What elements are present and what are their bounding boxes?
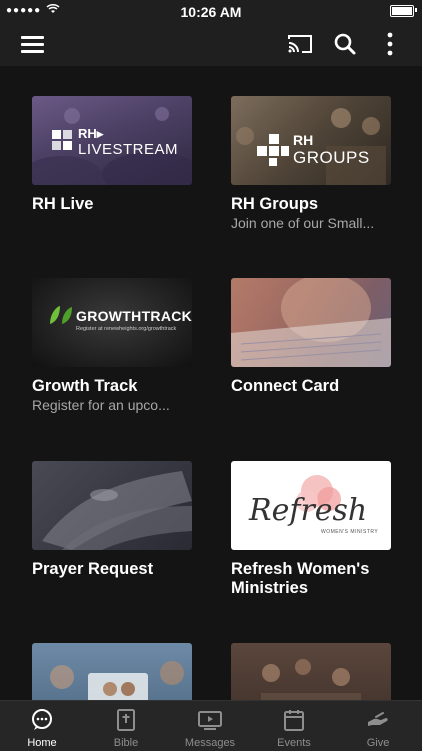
card-growth-track[interactable]: GROWTHTRACK Register at renewheights.org… [32, 278, 194, 414]
card-thumbnail [231, 643, 391, 700]
rh-logo-icon [52, 130, 72, 150]
card-subtitle: Join one of our Small... [231, 215, 375, 231]
praying-hands-image [42, 471, 192, 550]
thumb-logo-refresh: Refresh [249, 493, 368, 528]
chat-bubble-icon [30, 708, 54, 732]
tab-messages[interactable]: Messages [168, 701, 252, 751]
card-title: Growth Track [32, 377, 138, 395]
tab-label: Events [277, 737, 311, 749]
tab-label: Bible [113, 737, 139, 749]
card-thumbnail: RH▸ LIVESTREAM [32, 96, 192, 185]
card-rh-live[interactable]: RH▸ LIVESTREAM RH Live [32, 96, 194, 214]
thumb-logo-subtitle: WOMEN'S MINISTRY [321, 529, 379, 535]
card-thumbnail: GROWTHTRACK Register at renewheights.org… [32, 278, 192, 367]
battery-icon [390, 5, 414, 17]
thumb-logo-rh: RH▸ [78, 126, 104, 141]
card-title: Refresh Women's Ministries [231, 560, 370, 597]
card-thumbnail: RH GROUPS [231, 96, 391, 185]
tab-label: Messages [184, 737, 236, 749]
video-icon [198, 708, 222, 732]
more-options-icon[interactable] [376, 30, 404, 58]
card-refresh-womens-ministries[interactable]: Refresh WOMEN'S MINISTRY Refresh Women's… [231, 461, 393, 598]
person-card-image [231, 278, 391, 367]
cast-icon[interactable] [286, 30, 314, 58]
app-toolbar [0, 22, 422, 66]
calendar-icon [282, 708, 306, 732]
tab-home[interactable]: Home [0, 701, 84, 751]
tab-bible[interactable]: Bible [84, 701, 168, 751]
tab-label: Give [366, 737, 390, 749]
hamburger-menu-icon[interactable] [19, 30, 47, 58]
card-connect-card[interactable]: Connect Card [231, 278, 393, 396]
thumb-logo-livestream: LIVESTREAM [78, 141, 179, 158]
card-title: Connect Card [231, 377, 340, 395]
card-title: RH Live [32, 195, 94, 213]
thumb-logo-rh: RH [293, 132, 314, 148]
thumb-register-url: Register at renewheights.org/growthtrack [76, 326, 177, 332]
card-thumbnail: Refresh WOMEN'S MINISTRY [231, 461, 391, 550]
tab-label: Home [27, 737, 57, 749]
card-title: RH Groups [231, 195, 319, 213]
leaf-icon [50, 306, 72, 324]
thumb-logo-growthtrack: GROWTHTRACK [76, 308, 192, 324]
tab-events[interactable]: Events [252, 701, 336, 751]
rh-logo-icon [257, 134, 289, 166]
content-grid: RH▸ LIVESTREAM RH Live RH GROUPS RH Grou… [0, 66, 422, 700]
card-partial-left[interactable] [32, 643, 194, 700]
thumb-logo-groups: GROUPS [293, 148, 370, 167]
give-hand-icon [366, 708, 390, 732]
battery-tip [415, 8, 417, 12]
card-subtitle: Register for an upco... [32, 397, 170, 413]
card-rh-groups[interactable]: RH GROUPS RH Groups Join one of our Smal… [231, 96, 393, 232]
status-bar: ●●●●● 10:26 AM [0, 0, 422, 22]
card-thumbnail [32, 461, 192, 550]
card-thumbnail [231, 278, 391, 367]
search-icon[interactable] [331, 30, 359, 58]
group-table-image [261, 659, 361, 700]
selfie-image [50, 661, 184, 700]
card-prayer-request[interactable]: Prayer Request [32, 461, 194, 579]
bible-icon [114, 708, 138, 732]
tab-give[interactable]: Give [336, 701, 420, 751]
card-title: Prayer Request [32, 560, 154, 578]
bottom-tab-bar: Home Bible Messages Events Give [0, 700, 422, 751]
card-thumbnail [32, 643, 192, 700]
card-partial-right[interactable] [231, 643, 393, 700]
status-time: 10:26 AM [180, 4, 242, 20]
